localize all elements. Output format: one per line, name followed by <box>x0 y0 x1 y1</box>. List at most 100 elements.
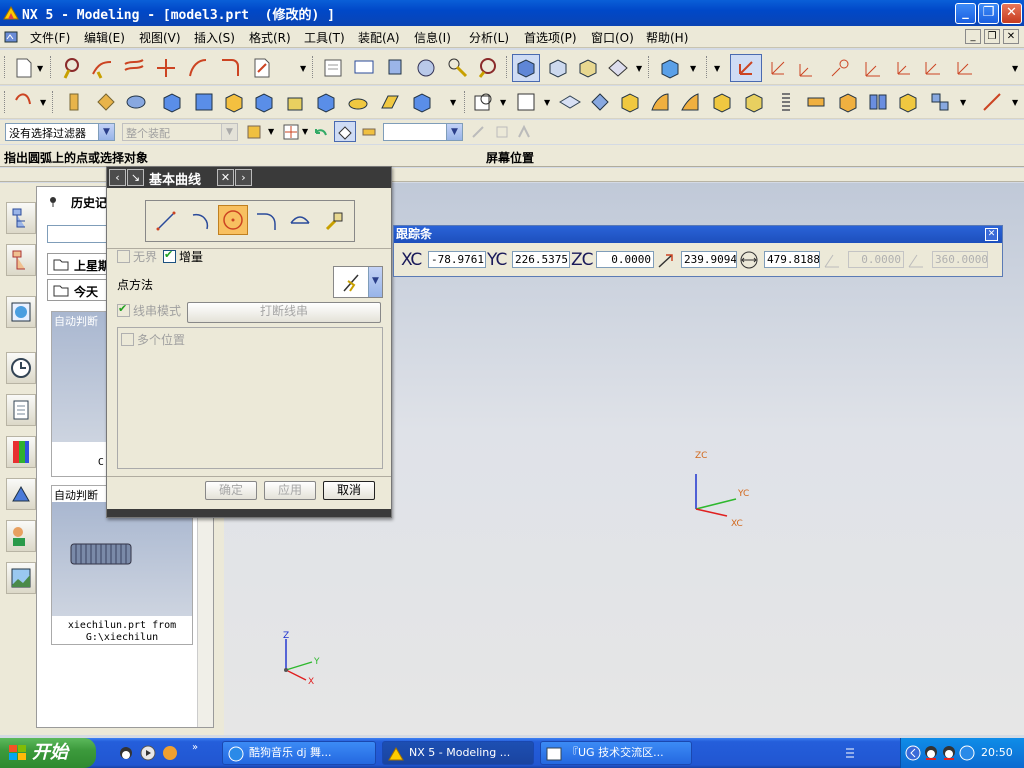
display-icon[interactable] <box>352 56 376 80</box>
offset-face-icon[interactable] <box>618 90 642 114</box>
quicklaunch-player-icon[interactable] <box>140 745 156 761</box>
pattern-icon[interactable] <box>410 90 434 114</box>
menu-file[interactable]: 文件(F) <box>30 29 70 46</box>
minimize-button[interactable]: _ <box>955 3 976 24</box>
shell-icon[interactable] <box>346 90 370 114</box>
close-button[interactable]: ✕ <box>1001 3 1022 24</box>
resource-roles-button[interactable] <box>6 520 36 552</box>
menu-insert[interactable]: 插入(S) <box>194 29 235 46</box>
extrude-icon[interactable] <box>62 90 86 114</box>
filter-icon[interactable] <box>360 123 378 141</box>
view-orient-icon[interactable] <box>546 56 570 80</box>
resource-assembly-nav-button[interactable] <box>6 202 36 234</box>
menu-analysis[interactable]: 分析(L) <box>469 29 509 46</box>
pin-icon[interactable] <box>47 195 59 207</box>
tracking-close-button[interactable]: ✕ <box>985 228 998 241</box>
divide-curve-icon[interactable] <box>154 56 178 80</box>
menu-preferences[interactable]: 首选项(P) <box>524 29 577 46</box>
boolean-unite-icon[interactable] <box>222 90 246 114</box>
fillet-curve-icon[interactable] <box>186 56 210 80</box>
tracking-titlebar[interactable]: 跟踪条 <box>394 226 1002 243</box>
quicklaunch-more-icon[interactable]: » <box>192 742 198 753</box>
sketch-point-icon[interactable] <box>472 90 496 114</box>
tray-qq2-icon[interactable] <box>941 745 957 761</box>
selection-icon[interactable] <box>246 123 264 141</box>
layer-icon[interactable] <box>384 56 408 80</box>
task-kugou[interactable]: 酷狗音乐 dj 舞... <box>222 741 376 765</box>
line-tool-icon[interactable] <box>980 90 1004 114</box>
nx-doc-icon[interactable] <box>4 30 20 44</box>
offset-curve-icon[interactable] <box>122 56 146 80</box>
scope-select[interactable]: 整个装配 ▼ <box>122 123 238 141</box>
doc-close-button[interactable]: ✕ <box>1003 29 1019 44</box>
line-icon[interactable] <box>154 209 178 233</box>
doc-restore-button[interactable]: ❐ <box>984 29 1000 44</box>
wcs-display-icon[interactable] <box>920 56 944 80</box>
chamfer-icon[interactable] <box>314 90 338 114</box>
wcs-rotate-icon[interactable] <box>796 56 820 80</box>
thicken-icon[interactable] <box>558 90 582 114</box>
point-method-select[interactable]: ▼ <box>333 266 383 298</box>
task-forum[interactable]: 『UG 技术交流区... <box>540 741 692 765</box>
menu-info[interactable]: 信息(I) <box>414 29 451 46</box>
edge-blend-icon[interactable] <box>284 90 308 114</box>
string-mode-checkbox[interactable]: 线串模式 <box>117 302 181 319</box>
window-titlebar[interactable]: NX 5 - Modeling - [model3.prt (修改的) ] _ … <box>0 0 1024 26</box>
spring-icon[interactable] <box>774 90 798 114</box>
book-icon[interactable] <box>866 90 890 114</box>
curve-tool-icon[interactable] <box>12 90 36 114</box>
start-angle-field[interactable]: 0.0000 <box>848 251 904 268</box>
type-filter-select[interactable]: 没有选择过滤器 ▼ <box>5 123 115 141</box>
wcs-absolute-icon[interactable] <box>890 56 914 80</box>
yc-field[interactable]: 226.5375 <box>512 251 570 268</box>
wcs-orient-icon[interactable] <box>828 56 852 80</box>
analyze-icon[interactable] <box>476 56 500 80</box>
curve-trim-icon[interactable] <box>90 56 114 80</box>
xc-field[interactable]: -78.9761 <box>428 251 486 268</box>
end-angle-field[interactable]: 360.0000 <box>932 251 988 268</box>
resource-process-studio-button[interactable] <box>6 478 36 510</box>
undo-arrow-icon[interactable] <box>312 123 330 141</box>
gear-icon[interactable] <box>804 90 828 114</box>
restore-button[interactable]: ❐ <box>978 3 999 24</box>
quicklaunch-app-icon[interactable] <box>162 745 178 761</box>
break-string-button[interactable]: 打断线串 <box>187 302 381 323</box>
wcs-save-icon[interactable] <box>952 56 976 80</box>
snap-select[interactable]: ▼ <box>383 123 463 141</box>
dialog-close-button[interactable]: ✕ <box>217 169 234 186</box>
wcs-origin-icon[interactable] <box>734 56 758 80</box>
resource-web-browser-button[interactable] <box>6 296 36 328</box>
resource-history-button[interactable] <box>6 352 36 384</box>
cube-view-icon[interactable] <box>658 56 682 80</box>
dialog-reset-button[interactable]: ↘ <box>127 169 144 186</box>
start-button[interactable]: 开始 <box>0 738 96 768</box>
tray-kugou-icon[interactable] <box>959 745 975 761</box>
perspective-icon[interactable] <box>606 56 630 80</box>
resource-system-materials-button[interactable] <box>6 394 36 426</box>
dialog-titlebar[interactable]: ‹ ↘ 基本曲线 ✕ › <box>107 167 391 188</box>
menu-view[interactable]: 视图(V) <box>139 29 181 46</box>
quicklaunch-qq-icon[interactable] <box>118 745 134 761</box>
zc-field[interactable]: 0.0000 <box>596 251 654 268</box>
diameter-field[interactable]: 479.8188 <box>764 251 820 268</box>
multiple-positions-checkbox[interactable]: 多个位置 <box>121 331 185 348</box>
tray-qq-icon[interactable] <box>923 745 939 761</box>
radius-field[interactable]: 239.9094 <box>681 251 737 268</box>
shaded-view-icon[interactable] <box>514 56 538 80</box>
wcs-set-icon[interactable] <box>860 56 884 80</box>
boolean-subtract-icon[interactable] <box>252 90 276 114</box>
menu-format[interactable]: 格式(R) <box>249 29 291 46</box>
datum-plane-icon[interactable] <box>514 90 538 114</box>
snap-point-icon[interactable] <box>282 123 300 141</box>
draft-icon[interactable] <box>378 90 402 114</box>
ruled-icon[interactable] <box>742 90 766 114</box>
menu-tools[interactable]: 工具(T) <box>304 29 345 46</box>
through-curves-icon[interactable] <box>678 90 702 114</box>
corner-icon[interactable] <box>218 56 242 80</box>
tray-expand-icon[interactable] <box>842 743 858 763</box>
circle-tool-selected[interactable] <box>218 205 248 235</box>
bevel-icon[interactable] <box>836 90 860 114</box>
arc-icon[interactable] <box>188 209 212 233</box>
new-file-icon[interactable] <box>12 56 36 80</box>
menu-help[interactable]: 帮助(H) <box>646 29 688 46</box>
